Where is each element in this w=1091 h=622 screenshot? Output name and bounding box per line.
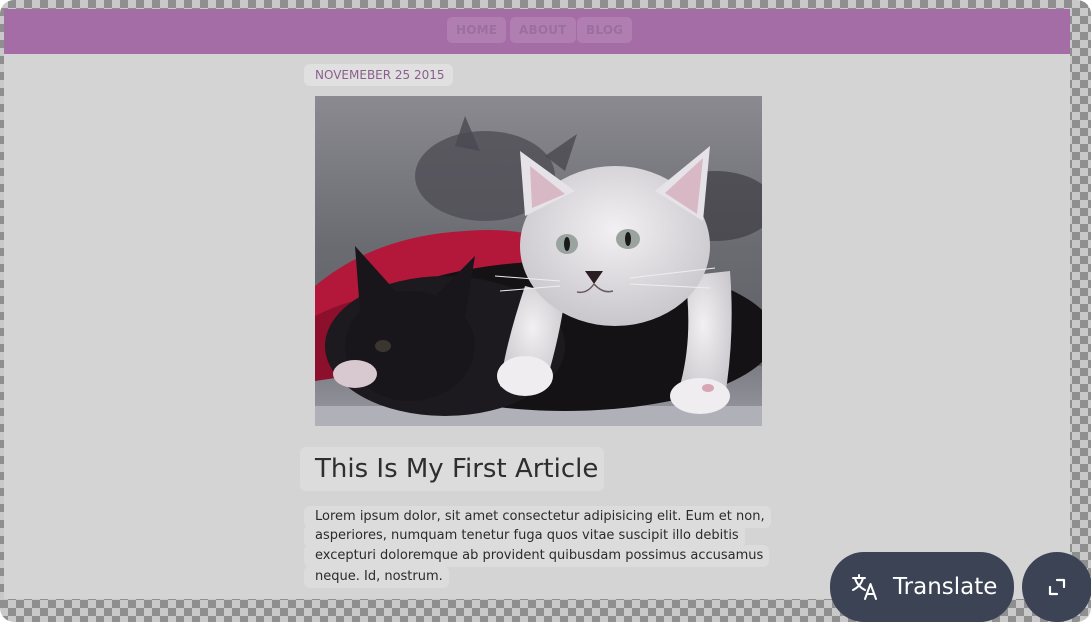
article-body-line: neque. Id, nostrum. [304, 566, 449, 588]
translate-button[interactable]: Translate [830, 552, 1014, 622]
article-body-line: excepturi doloremque ab provident quibus… [304, 545, 770, 567]
navbar: HOME ABOUT BLOG [4, 9, 1070, 54]
expand-icon [1047, 577, 1067, 597]
nav-about-link[interactable]: ABOUT [510, 17, 576, 43]
screenshot-frame: HOME ABOUT BLOG NOVEMEBER 25 2015 This I… [0, 0, 1091, 622]
article-image [315, 96, 762, 426]
translate-icon [850, 572, 880, 602]
article-date: NOVEMEBER 25 2015 [304, 64, 453, 86]
article-body-line: asperiores, numquam tenetur fuga quos vi… [304, 525, 745, 547]
nav-blog-link[interactable]: BLOG [577, 17, 633, 43]
translate-label: Translate [893, 574, 998, 600]
article-title: This Is My First Article [300, 447, 605, 491]
nav-home-link[interactable]: HOME [447, 17, 507, 43]
expand-button[interactable] [1022, 552, 1091, 622]
web-page: HOME ABOUT BLOG NOVEMEBER 25 2015 This I… [4, 9, 1070, 599]
kittens-photo [315, 96, 762, 426]
